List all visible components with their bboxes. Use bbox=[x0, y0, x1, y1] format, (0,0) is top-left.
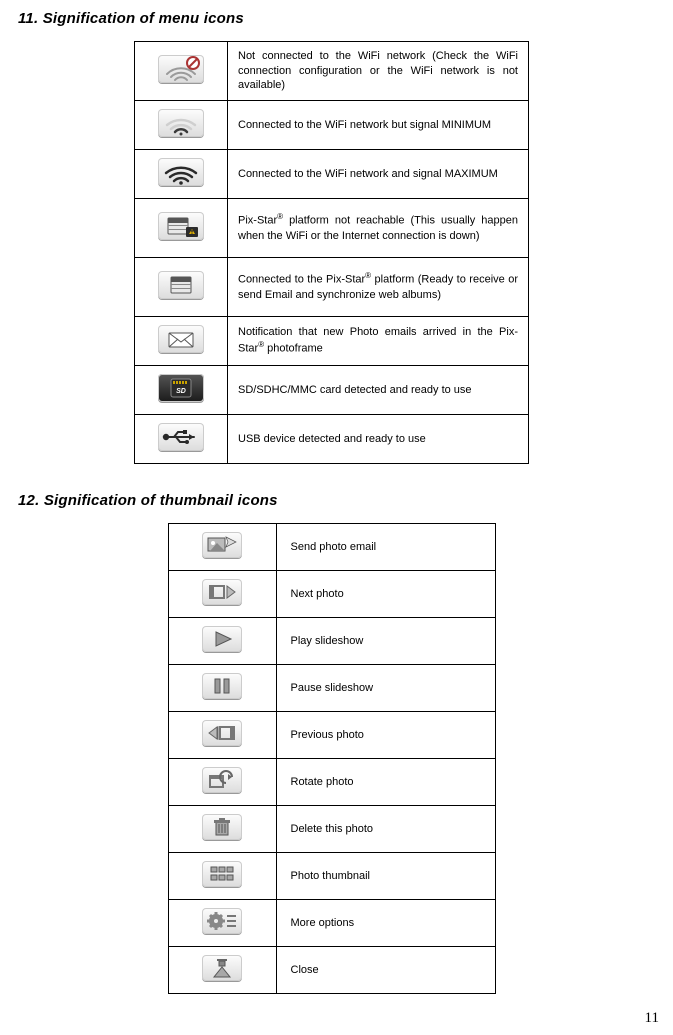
table-row: Pause slideshow bbox=[168, 665, 495, 712]
mail-icon bbox=[158, 325, 204, 353]
icon-cell bbox=[168, 712, 276, 759]
desc-cell: Connected to the Pix-Star® platform (Rea… bbox=[228, 258, 529, 317]
table-row: Connected to the WiFi network and signal… bbox=[135, 150, 529, 199]
table-row: SD SD/SDHC/MMC card detected and ready t… bbox=[135, 366, 529, 415]
document-page: 11. Signification of menu icons Not conn… bbox=[0, 0, 673, 1035]
table-row: Close bbox=[168, 947, 495, 994]
icon-cell bbox=[168, 806, 276, 853]
close-icon bbox=[202, 955, 242, 981]
icon-cell bbox=[135, 150, 228, 199]
table-row: Previous photo bbox=[168, 712, 495, 759]
table-row: Not connected to the WiFi network (Check… bbox=[135, 42, 529, 101]
icon-cell bbox=[168, 524, 276, 571]
icon-cell: SD bbox=[135, 366, 228, 415]
desc-cell: USB device detected and ready to use bbox=[228, 415, 529, 464]
table-row: Notification that new Photo emails arriv… bbox=[135, 317, 529, 366]
table-row: Delete this photo bbox=[168, 806, 495, 853]
next-icon bbox=[202, 579, 242, 605]
delete-icon bbox=[202, 814, 242, 840]
usb-icon bbox=[158, 423, 204, 451]
icon-cell bbox=[168, 900, 276, 947]
thumbnail-icons-table: Send photo email Next photo Play slidesh… bbox=[168, 523, 496, 994]
icon-cell bbox=[135, 415, 228, 464]
desc-cell: Delete this photo bbox=[276, 806, 495, 853]
desc-cell: Play slideshow bbox=[276, 618, 495, 665]
icon-cell bbox=[168, 618, 276, 665]
desc-cell: Next photo bbox=[276, 571, 495, 618]
desc-cell: Photo thumbnail bbox=[276, 853, 495, 900]
grid-icon bbox=[202, 861, 242, 887]
desc-cell: SD/SDHC/MMC card detected and ready to u… bbox=[228, 366, 529, 415]
desc-cell: Previous photo bbox=[276, 712, 495, 759]
pause-icon bbox=[202, 673, 242, 699]
icon-cell bbox=[168, 665, 276, 712]
desc-cell: Rotate photo bbox=[276, 759, 495, 806]
prev-icon bbox=[202, 720, 242, 746]
desc-cell: Close bbox=[276, 947, 495, 994]
play-icon bbox=[202, 626, 242, 652]
desc-cell: Pix-Star® platform not reachable (This u… bbox=[228, 199, 529, 258]
icon-cell bbox=[135, 42, 228, 101]
icon-cell bbox=[168, 759, 276, 806]
rotate-icon bbox=[202, 767, 242, 793]
section-11-title: 11. Signification of menu icons bbox=[18, 10, 645, 27]
menu-icons-table: Not connected to the WiFi network (Check… bbox=[134, 41, 529, 464]
icon-cell bbox=[135, 258, 228, 317]
icon-cell bbox=[168, 947, 276, 994]
desc-cell: Connected to the WiFi network and signal… bbox=[228, 150, 529, 199]
desc-cell: Not connected to the WiFi network (Check… bbox=[228, 42, 529, 101]
desc-cell: Pause slideshow bbox=[276, 665, 495, 712]
table-row: More options bbox=[168, 900, 495, 947]
icon-cell bbox=[168, 853, 276, 900]
page-number: 11 bbox=[645, 1010, 659, 1027]
wifi-off-icon bbox=[158, 55, 204, 83]
table-row: Next photo bbox=[168, 571, 495, 618]
section-12-title: 12. Signification of thumbnail icons bbox=[18, 492, 645, 509]
icon-cell bbox=[168, 571, 276, 618]
table-row: Pix-Star® platform not reachable (This u… bbox=[135, 199, 529, 258]
sd-card-icon: SD bbox=[158, 374, 204, 402]
table-row: Play slideshow bbox=[168, 618, 495, 665]
table-row: Photo thumbnail bbox=[168, 853, 495, 900]
table-row: Rotate photo bbox=[168, 759, 495, 806]
desc-cell: Connected to the WiFi network but signal… bbox=[228, 101, 529, 150]
icon-cell bbox=[135, 199, 228, 258]
server-down-icon bbox=[158, 212, 204, 240]
send-email-icon bbox=[202, 532, 242, 558]
svg-text:SD: SD bbox=[176, 388, 186, 395]
table-row: USB device detected and ready to use bbox=[135, 415, 529, 464]
desc-cell: Send photo email bbox=[276, 524, 495, 571]
options-icon bbox=[202, 908, 242, 934]
icon-cell bbox=[135, 101, 228, 150]
server-up-icon bbox=[158, 271, 204, 299]
icon-cell bbox=[135, 317, 228, 366]
wifi-max-icon bbox=[158, 158, 204, 186]
table-row: Connected to the Pix-Star® platform (Rea… bbox=[135, 258, 529, 317]
table-row: Connected to the WiFi network but signal… bbox=[135, 101, 529, 150]
wifi-min-icon bbox=[158, 109, 204, 137]
desc-cell: Notification that new Photo emails arriv… bbox=[228, 317, 529, 366]
table-row: Send photo email bbox=[168, 524, 495, 571]
desc-cell: More options bbox=[276, 900, 495, 947]
